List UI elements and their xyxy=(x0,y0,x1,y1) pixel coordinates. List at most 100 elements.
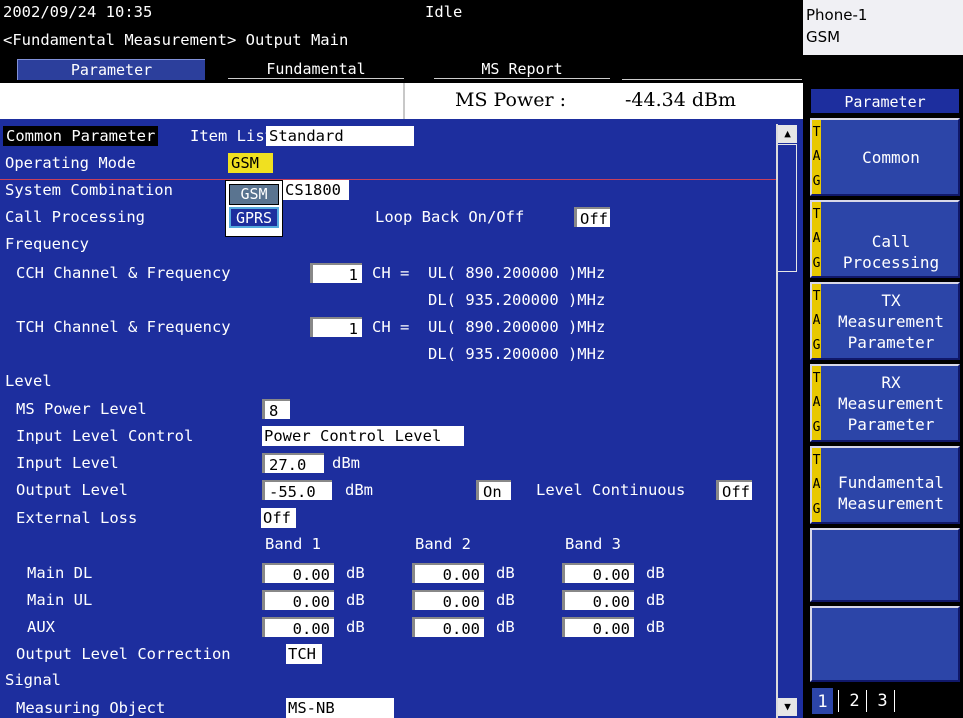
level-continuous-field[interactable]: Off xyxy=(716,480,752,501)
system-combination-field[interactable]: CS1800 xyxy=(283,180,349,200)
item-list-label: Item List xyxy=(190,127,274,145)
softkey-fundamental-measurement[interactable]: TAG Fundamental Measurement xyxy=(810,446,960,524)
loopback-label: Loop Back On/Off xyxy=(375,208,525,226)
page-2-indicator[interactable]: 2 xyxy=(844,688,865,714)
softkey-label: Measurement xyxy=(838,393,944,413)
softkey-label: Fundamental xyxy=(838,473,944,492)
softkey-label: Parameter xyxy=(847,332,935,352)
main-ul-band2[interactable]: 0.00 xyxy=(412,590,484,611)
main-ul-band3[interactable]: 0.00 xyxy=(562,590,634,611)
level-label: Level xyxy=(5,372,52,390)
aux-band2[interactable]: 0.00 xyxy=(412,617,484,638)
loopback-field[interactable]: Off xyxy=(574,207,610,228)
measuring-object-label: Measuring Object xyxy=(16,699,166,717)
operating-mode-popup: GSM GPRS xyxy=(225,180,283,237)
instrument-state: Idle xyxy=(425,3,463,21)
softkey-blank-1[interactable] xyxy=(810,528,960,602)
softkey-rx-measurement-parameter[interactable]: TAG RX Measurement Parameter xyxy=(810,364,960,442)
input-level-field[interactable]: 27.0 xyxy=(262,453,324,474)
popup-option-gsm[interactable]: GSM xyxy=(229,184,279,205)
unit-db: dB xyxy=(646,591,665,609)
external-loss-label: External Loss xyxy=(16,509,138,527)
softkey-common[interactable]: TAG Common xyxy=(810,118,960,196)
tch-ch-eq: CH = xyxy=(372,318,410,336)
softkey-label: Measurement xyxy=(838,311,944,331)
output-on-field[interactable]: On xyxy=(476,480,511,501)
measuring-object-field[interactable]: MS-NB xyxy=(286,698,394,718)
external-loss-field[interactable]: Off xyxy=(261,508,296,528)
page-divider xyxy=(838,690,839,712)
operating-mode-label: Operating Mode xyxy=(5,154,136,172)
softkey-label: Processing xyxy=(842,253,940,272)
unit-db: dB xyxy=(496,591,515,609)
tch-ul-freq: UL( 890.200000 )MHz xyxy=(428,318,606,336)
main-dl-label: Main DL xyxy=(27,564,93,582)
unit-db: dB xyxy=(496,618,515,636)
softkey-blank-2[interactable] xyxy=(810,606,960,682)
tab-spacer xyxy=(622,59,802,80)
softkey-call-processing[interactable]: TAG Call Processing xyxy=(810,200,960,278)
band-2-header: Band 2 xyxy=(415,535,471,553)
page-divider xyxy=(866,690,867,712)
ms-power-value: -44.34 dBm xyxy=(625,89,736,111)
item-list-field[interactable]: Standard xyxy=(266,126,414,146)
ms-power-level-field[interactable]: 8 xyxy=(262,399,290,420)
tab-ms-report[interactable]: MS Report xyxy=(428,59,616,80)
output-level-label: Output Level xyxy=(16,481,128,499)
main-ul-label: Main UL xyxy=(27,591,93,609)
cch-dl-freq: DL( 935.200000 )MHz xyxy=(428,291,606,309)
cch-ul-freq: UL( 890.200000 )MHz xyxy=(428,264,606,282)
scroll-up-icon[interactable]: ▲ xyxy=(778,125,797,143)
main-dl-band3[interactable]: 0.00 xyxy=(562,563,634,584)
page-divider xyxy=(894,690,895,712)
phone-line: Phone-1 xyxy=(806,6,868,24)
unit-db: dB xyxy=(346,564,365,582)
scroll-thumb[interactable] xyxy=(778,144,797,272)
unit-db: dB xyxy=(346,591,365,609)
softkey-tx-measurement-parameter[interactable]: TAG TX Measurement Parameter xyxy=(810,282,960,360)
main-ul-band1[interactable]: 0.00 xyxy=(262,590,334,611)
softkey-label: TX xyxy=(881,290,901,310)
unit-db: dB xyxy=(346,618,365,636)
operating-mode-field[interactable]: GSM xyxy=(228,153,273,173)
signal-label: Signal xyxy=(5,671,61,689)
ms-power-label: MS Power : xyxy=(455,89,566,111)
aux-band3[interactable]: 0.00 xyxy=(562,617,634,638)
tag-marker: TAG xyxy=(812,202,821,276)
tab-parameter[interactable]: Parameter xyxy=(17,59,205,80)
cch-ch-eq: CH = xyxy=(372,264,410,282)
band-3-header: Band 3 xyxy=(565,535,621,553)
aux-label: AUX xyxy=(27,618,55,636)
call-processing-label: Call Processing xyxy=(5,208,145,226)
softkey-label: Parameter xyxy=(847,414,935,434)
softkey-header: Parameter xyxy=(810,88,960,114)
softkey-label: Measurement xyxy=(838,494,944,513)
input-level-control-field[interactable]: Power Control Level xyxy=(262,426,464,446)
tab-fundamental[interactable]: Fundamental xyxy=(222,59,410,80)
page-1-indicator[interactable]: 1 xyxy=(812,688,833,714)
tab-underline xyxy=(434,78,610,79)
frequency-label: Frequency xyxy=(5,235,89,253)
band-1-header: Band 1 xyxy=(265,535,321,553)
common-parameter-label[interactable]: Common Parameter xyxy=(3,126,159,146)
tch-channel-field[interactable]: 1 xyxy=(310,317,362,338)
output-level-unit: dBm xyxy=(345,481,373,499)
output-level-field[interactable]: -55.0 xyxy=(262,480,332,501)
cch-channel-field[interactable]: 1 xyxy=(310,263,362,284)
output-level-correction-field[interactable]: TCH xyxy=(286,644,322,664)
unit-db: dB xyxy=(496,564,515,582)
popup-option-gprs[interactable]: GPRS xyxy=(229,207,279,228)
system-combination-label: System Combination xyxy=(5,181,173,199)
input-level-control-label: Input Level Control xyxy=(16,427,194,445)
datetime: 2002/09/24 10:35 xyxy=(3,3,153,21)
page-3-indicator[interactable]: 3 xyxy=(872,688,893,714)
tch-dl-freq: DL( 935.200000 )MHz xyxy=(428,345,606,363)
cursor-line xyxy=(0,179,776,180)
phone-system: GSM xyxy=(806,28,841,46)
scroll-down-icon[interactable]: ▼ xyxy=(778,698,797,716)
main-dl-band1[interactable]: 0.00 xyxy=(262,563,334,584)
tab-ms-report-label: MS Report xyxy=(481,60,563,78)
aux-band1[interactable]: 0.00 xyxy=(262,617,334,638)
softkey-label: RX xyxy=(881,372,901,392)
main-dl-band2[interactable]: 0.00 xyxy=(412,563,484,584)
